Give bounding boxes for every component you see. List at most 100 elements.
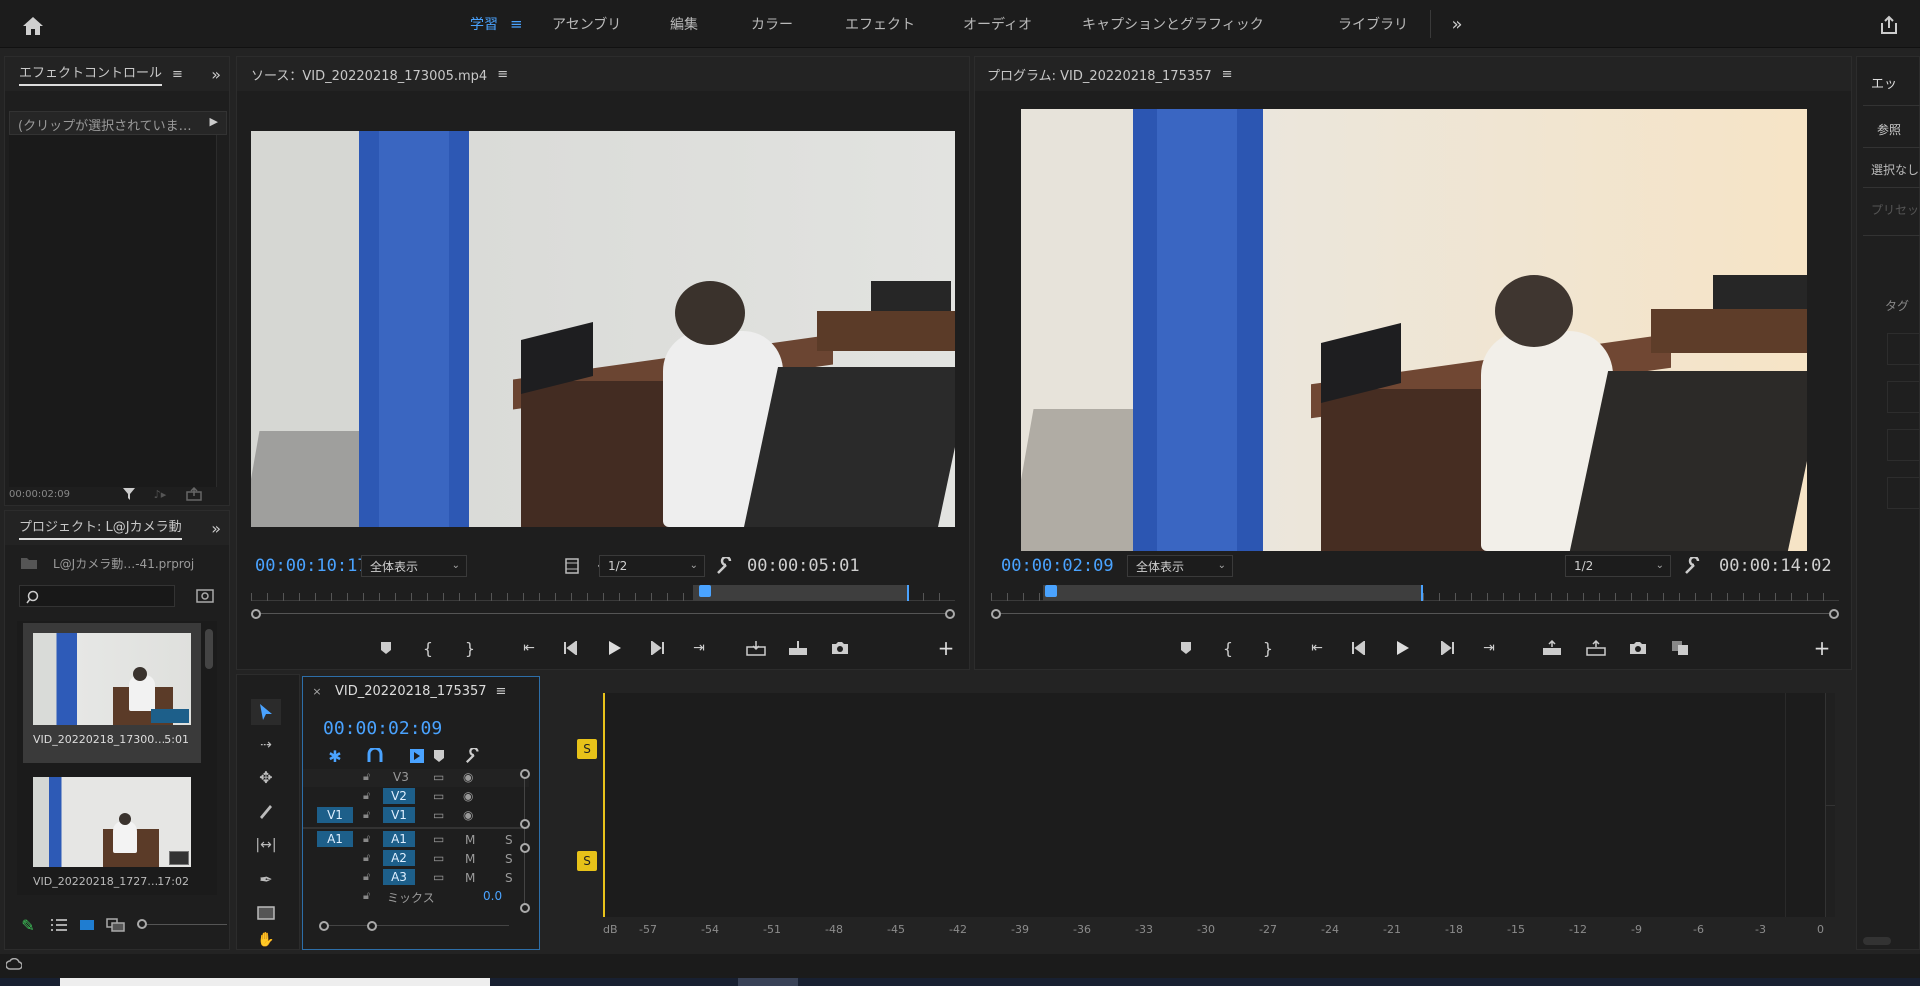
- sync-lock-icon[interactable]: ▭: [433, 808, 444, 822]
- program-resolution-dropdown[interactable]: 1/2 ⌄: [1565, 555, 1671, 577]
- slip-tool-icon[interactable]: |↔|: [251, 833, 281, 857]
- icon-view-icon[interactable]: [77, 917, 97, 933]
- lock-icon[interactable]: 🔓︎: [363, 770, 370, 784]
- sync-lock-icon[interactable]: ▭: [433, 851, 444, 865]
- lock-icon[interactable]: 🔓︎: [363, 851, 370, 865]
- hand-tool-icon[interactable]: ✋: [251, 931, 281, 949]
- program-timeline-ruler[interactable]: [991, 585, 1839, 601]
- mark-out-icon[interactable]: }: [461, 639, 479, 658]
- export-icon[interactable]: [185, 486, 203, 502]
- horizontal-scrollbar[interactable]: [319, 921, 509, 931]
- play-icon[interactable]: [1393, 639, 1413, 657]
- list-item[interactable]: VID_20220218_17300… 5:01: [23, 623, 201, 763]
- solo-indicator[interactable]: S: [577, 739, 597, 759]
- solo-button[interactable]: S: [505, 871, 513, 885]
- tab-assembly[interactable]: アセンブリ: [552, 0, 621, 48]
- go-to-in-icon[interactable]: ⇤: [1307, 639, 1327, 657]
- go-to-out-icon[interactable]: ⇥: [689, 639, 709, 657]
- add-button-icon[interactable]: +: [937, 636, 955, 660]
- sync-lock-icon[interactable]: ▭: [433, 832, 444, 846]
- panel-menu-icon[interactable]: ≡: [493, 683, 509, 699]
- track-label-a2[interactable]: A2: [383, 850, 415, 866]
- panel-menu-icon[interactable]: ≡: [1222, 67, 1233, 82]
- effect-controls-title[interactable]: エフェクトコントロール: [19, 62, 163, 86]
- tab-edit[interactable]: 編集: [670, 0, 698, 48]
- source-playhead[interactable]: [699, 585, 711, 597]
- insert-icon[interactable]: [745, 639, 767, 657]
- wrench-icon[interactable]: [715, 556, 735, 576]
- comparison-view-icon[interactable]: [1669, 639, 1691, 657]
- panel-menu-icon[interactable]: ≡: [497, 67, 508, 82]
- wrench-icon[interactable]: [463, 747, 483, 765]
- track-label-a1[interactable]: A1: [383, 831, 415, 847]
- tab-audio[interactable]: オーディオ: [963, 0, 1032, 48]
- mix-value[interactable]: 0.0: [483, 889, 502, 903]
- sync-lock-icon[interactable]: ▭: [433, 870, 444, 884]
- rectangle-tool-icon[interactable]: [251, 901, 281, 925]
- wrench-icon[interactable]: [1683, 556, 1703, 576]
- solo-indicator[interactable]: S: [577, 851, 597, 871]
- track-label-v1[interactable]: V1: [383, 807, 415, 823]
- mark-out-icon[interactable]: }: [1259, 639, 1277, 658]
- tab-effects[interactable]: エフェクト: [845, 0, 915, 48]
- source-patch-v1[interactable]: V1: [317, 807, 353, 823]
- freeform-view-icon[interactable]: [105, 917, 127, 933]
- razor-tool-icon[interactable]: [251, 799, 281, 823]
- source-scroll-bar[interactable]: [251, 609, 955, 619]
- source-fit-dropdown[interactable]: 全体表示 ⌄: [361, 555, 467, 577]
- program-fit-dropdown[interactable]: 全体表示 ⌄: [1127, 555, 1233, 577]
- source-resolution-dropdown[interactable]: 1/2 ⌄: [599, 555, 705, 577]
- mark-in-icon[interactable]: {: [419, 639, 437, 658]
- snap-icon[interactable]: ✱: [325, 747, 345, 766]
- program-current-timecode[interactable]: 00:00:02:09: [1001, 556, 1114, 576]
- browse-tab[interactable]: 参照: [1877, 121, 1901, 138]
- timeline-timecode[interactable]: 00:00:02:09: [323, 718, 442, 739]
- eye-icon[interactable]: ◉: [463, 770, 473, 784]
- share-icon[interactable]: [1878, 14, 1900, 36]
- taskbar-window[interactable]: [60, 978, 490, 986]
- audio-clip-icon[interactable]: ♪▸: [151, 486, 169, 502]
- lock-icon[interactable]: 🔓︎: [363, 789, 370, 803]
- expand-panels-icon[interactable]: »: [211, 65, 221, 84]
- mark-in-icon[interactable]: {: [1219, 639, 1237, 658]
- essential-graphics-title[interactable]: エッ: [1871, 73, 1897, 92]
- ripple-edit-tool-icon[interactable]: ✥: [251, 765, 281, 789]
- program-scroll-bar[interactable]: [991, 609, 1839, 619]
- magnet-icon[interactable]: [365, 747, 385, 765]
- add-marker-icon[interactable]: [429, 747, 449, 765]
- program-playhead[interactable]: [1045, 585, 1057, 597]
- search-input[interactable]: [19, 585, 175, 607]
- creative-cloud-icon[interactable]: [4, 956, 24, 972]
- project-title[interactable]: プロジェクト: L@Jカメラ動: [19, 516, 182, 540]
- lock-icon[interactable]: 🔓︎: [363, 889, 370, 903]
- track-label-v2[interactable]: V2: [383, 788, 415, 804]
- pen-tool-icon[interactable]: ✒: [251, 867, 281, 891]
- expand-panels-icon[interactable]: »: [211, 519, 221, 538]
- camera-icon[interactable]: [829, 639, 851, 657]
- list-item[interactable]: VID_20220218_1727… 17:02: [23, 771, 201, 893]
- mute-button[interactable]: M: [465, 871, 475, 885]
- home-icon[interactable]: [20, 14, 46, 38]
- list-view-icon[interactable]: [49, 917, 69, 933]
- drag-video-icon[interactable]: [563, 557, 581, 575]
- step-back-icon[interactable]: [1349, 639, 1369, 657]
- vertical-scrollbar[interactable]: [520, 769, 530, 913]
- timeline-tab[interactable]: VID_20220218_175357: [335, 684, 487, 699]
- add-marker-icon[interactable]: [377, 639, 395, 657]
- lift-icon[interactable]: [1541, 639, 1563, 657]
- close-icon[interactable]: ×: [311, 685, 323, 698]
- step-forward-icon[interactable]: [1437, 639, 1457, 657]
- find-icon[interactable]: [195, 587, 215, 605]
- clip-selector[interactable]: (クリップが選択されていま… ▶: [9, 111, 227, 135]
- add-button-icon[interactable]: +: [1813, 636, 1831, 660]
- step-back-icon[interactable]: [561, 639, 581, 657]
- program-monitor-title[interactable]: プログラム: VID_20220218_175357: [987, 65, 1212, 84]
- filter-icon[interactable]: [121, 486, 137, 502]
- source-current-timecode[interactable]: 00:00:10:17: [255, 556, 368, 576]
- mute-button[interactable]: M: [465, 833, 475, 847]
- overwrite-icon[interactable]: [787, 639, 809, 657]
- linked-selection-icon[interactable]: [407, 747, 427, 765]
- add-marker-icon[interactable]: [1177, 639, 1195, 657]
- go-to-in-icon[interactable]: ⇤: [519, 639, 539, 657]
- more-workspaces-icon[interactable]: »: [1446, 14, 1468, 35]
